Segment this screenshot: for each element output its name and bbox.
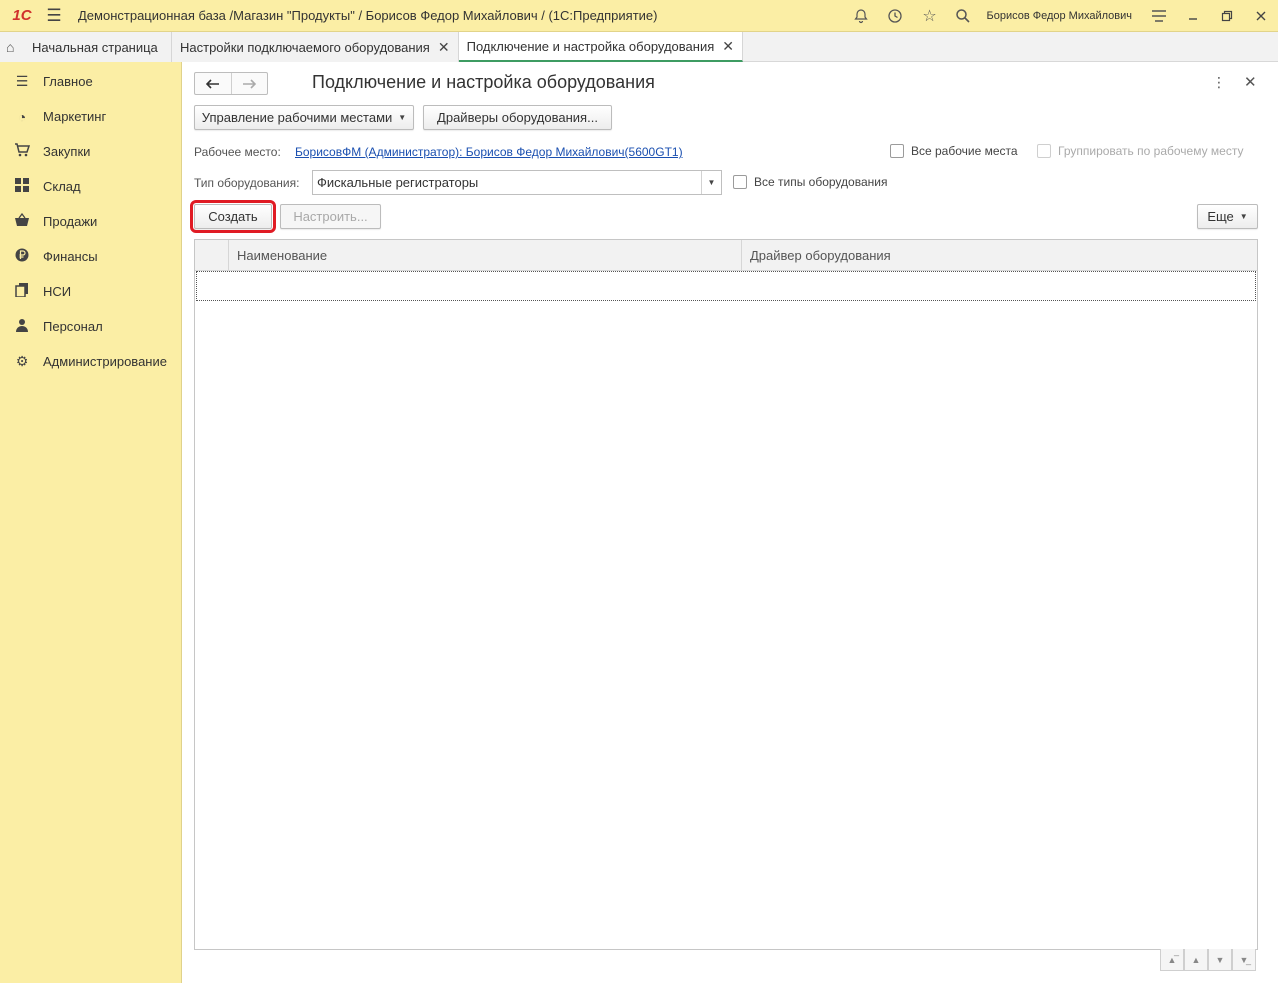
sidebar-item-sales[interactable]: Продажи [0, 204, 181, 239]
home-icon: ⌂ [6, 39, 15, 55]
scroll-up-icon[interactable]: ▲ [1184, 949, 1208, 971]
cart-icon [12, 143, 32, 160]
menu-lines-icon: ☰ [15, 73, 29, 89]
person-icon [12, 318, 32, 335]
table-row-selected-empty[interactable] [196, 271, 1256, 301]
tab-label: Подключение и настройка оборудования [466, 38, 715, 54]
checkbox-box[interactable] [890, 144, 904, 158]
scroll-down-icon[interactable]: ▼ [1208, 949, 1232, 971]
basket-icon [12, 212, 32, 230]
close-window-icon[interactable] [1244, 0, 1278, 32]
sidebar-item-finance[interactable]: Финансы [0, 239, 181, 274]
back-button[interactable] [195, 73, 231, 94]
sidebar-item-label: Персонал [43, 319, 103, 334]
tab-label: Начальная страница [32, 39, 158, 55]
create-button[interactable]: Создать [190, 200, 276, 233]
grid-icon [12, 178, 32, 195]
app-logo: 1С [12, 7, 32, 24]
button-label: Управление рабочими местами [201, 110, 393, 125]
close-form-icon[interactable]: ✕ [1244, 73, 1257, 91]
checkbox-label: Все рабочие места [911, 144, 1018, 158]
dropdown-caret-icon: ▼ [398, 113, 407, 122]
checkbox-label: Все типы оборудования [754, 175, 888, 189]
table-header: Наименование Драйвер оборудования [195, 240, 1257, 271]
dropdown-arrow-icon[interactable]: ▼ [701, 171, 721, 194]
title-bar: 1С ☰ Демонстрационная база /Магазин "Про… [0, 0, 1278, 32]
select-value: Фискальные регистраторы [317, 175, 479, 190]
sidebar-item-warehouse[interactable]: Склад [0, 169, 181, 204]
sidebar-item-label: Администрирование [43, 354, 167, 369]
sidebar-item-personnel[interactable]: Персонал [0, 309, 181, 344]
window-title: Демонстрационная база /Магазин "Продукты… [78, 8, 658, 23]
pie-chart-icon: ◔ [17, 108, 27, 125]
sidebar-item-label: Закупки [43, 144, 91, 159]
restore-window-icon[interactable] [1210, 0, 1244, 32]
button-label: Настроить... [293, 209, 368, 224]
history-nav [194, 72, 268, 95]
search-icon[interactable] [946, 0, 980, 32]
settings-lines-icon[interactable] [1142, 0, 1176, 32]
tab-bar: ⌂ Начальная страница Настройки подключае… [0, 32, 1278, 62]
notifications-bell-icon[interactable] [844, 0, 878, 32]
sidebar-item-label: Маркетинг [43, 109, 107, 124]
column-header-driver[interactable]: Драйвер оборудования [742, 240, 1257, 270]
equipment-drivers-button[interactable]: Драйверы оборудования... [423, 105, 612, 130]
sidebar-item-marketing[interactable]: ◔ Маркетинг [0, 99, 181, 134]
gear-icon: ⚙ [15, 353, 29, 369]
checkbox-box[interactable] [733, 175, 747, 189]
icon-column-header[interactable] [195, 240, 229, 270]
forward-button[interactable] [230, 73, 268, 94]
main-form: Подключение и настройка оборудования ⋮ ✕… [182, 62, 1278, 983]
button-label: Создать [208, 209, 258, 224]
tab-equipment-connection[interactable]: Подключение и настройка оборудования ✕ [458, 32, 743, 62]
group-by-workplace-checkbox[interactable]: Группировать по рабочему месту [1037, 144, 1243, 158]
manage-workplaces-button[interactable]: Управление рабочими местами ▼ [194, 105, 414, 130]
sidebar-item-label: НСИ [43, 284, 72, 299]
dropdown-caret-icon: ▼ [1239, 212, 1248, 221]
history-icon[interactable] [878, 0, 912, 32]
sidebar-item-administration[interactable]: ⚙ Администрирование [0, 344, 181, 379]
checkbox-box[interactable] [1037, 144, 1051, 158]
tab-label: Настройки подключаемого оборудования [180, 39, 430, 55]
configure-button[interactable]: Настроить... [280, 204, 381, 229]
workplace-label: Рабочее место: [194, 145, 281, 159]
hamburger-menu-icon[interactable]: ☰ [40, 0, 68, 32]
sidebar-item-main[interactable]: ☰ Главное [0, 64, 181, 99]
tab-equipment-settings[interactable]: Настройки подключаемого оборудования ✕ [172, 32, 459, 62]
equipment-table: Наименование Драйвер оборудования [194, 239, 1258, 950]
minimize-icon[interactable] [1176, 0, 1210, 32]
table-scroll-buttons: ▲̅ ▲ ▼ ▼̲ [1160, 949, 1256, 971]
sidebar-item-nsi[interactable]: НСИ [0, 274, 181, 309]
more-button[interactable]: Еще ▼ [1197, 204, 1258, 229]
equipment-type-label: Тип оборудования: [194, 176, 300, 190]
button-label: Еще [1207, 209, 1234, 224]
ruble-icon [12, 248, 32, 265]
all-equipment-types-checkbox[interactable]: Все типы оборудования [733, 175, 887, 189]
more-options-icon[interactable]: ⋮ [1212, 74, 1226, 91]
checkbox-label: Группировать по рабочему месту [1058, 144, 1244, 158]
close-icon[interactable]: ✕ [438, 39, 450, 56]
scroll-to-bottom-icon[interactable]: ▼̲ [1232, 949, 1256, 971]
page-title: Подключение и настройка оборудования [312, 72, 655, 92]
sections-sidebar: ☰ Главное ◔ Маркетинг Закупки Склад Прод… [0, 62, 182, 983]
documents-icon [12, 283, 32, 300]
all-workplaces-checkbox[interactable]: Все рабочие места [890, 144, 1018, 158]
current-user[interactable]: Борисов Федор Михайлович [986, 10, 1132, 22]
column-header-name[interactable]: Наименование [229, 240, 742, 270]
sidebar-item-label: Главное [43, 74, 93, 89]
sidebar-item-label: Склад [43, 179, 81, 194]
equipment-type-select[interactable]: Фискальные регистраторы ▼ [312, 170, 722, 195]
tab-home[interactable]: ⌂ Начальная страница [0, 32, 172, 62]
button-label: Драйверы оборудования... [437, 110, 598, 125]
scroll-to-top-icon[interactable]: ▲̅ [1160, 949, 1184, 971]
close-icon[interactable]: ✕ [722, 38, 734, 55]
workplace-link[interactable]: БорисовФМ (Администратор): Борисов Федор… [295, 145, 683, 159]
sidebar-item-label: Продажи [43, 214, 98, 229]
sidebar-item-purchases[interactable]: Закупки [0, 134, 181, 169]
favorites-star-icon[interactable]: ☆ [912, 0, 946, 32]
sidebar-item-label: Финансы [43, 249, 98, 264]
